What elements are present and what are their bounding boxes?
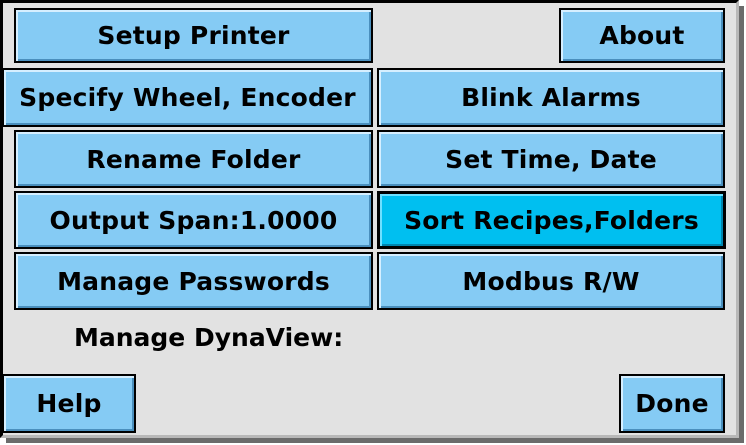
modbus-rw-button[interactable]: Modbus R/W: [377, 252, 725, 310]
sort-recipes-folders-button[interactable]: Sort Recipes,Folders: [377, 191, 726, 249]
setup-printer-button[interactable]: Setup Printer: [14, 8, 373, 63]
blink-alarms-button[interactable]: Blink Alarms: [377, 68, 725, 127]
help-button[interactable]: Help: [2, 374, 136, 433]
dialog-shadow-bottom: [6, 438, 744, 443]
manage-passwords-button[interactable]: Manage Passwords: [14, 252, 373, 310]
manage-dynaview-label: Manage DynaView:: [74, 323, 344, 352]
dialog-shadow-right: [739, 6, 744, 443]
rename-folder-button[interactable]: Rename Folder: [14, 130, 373, 188]
output-span-button[interactable]: Output Span:1.0000: [14, 191, 373, 249]
about-button[interactable]: About: [559, 8, 725, 63]
done-button[interactable]: Done: [619, 374, 725, 433]
set-time-date-button[interactable]: Set Time, Date: [377, 130, 725, 188]
specify-wheel-encoder-button[interactable]: Specify Wheel, Encoder: [2, 68, 373, 127]
